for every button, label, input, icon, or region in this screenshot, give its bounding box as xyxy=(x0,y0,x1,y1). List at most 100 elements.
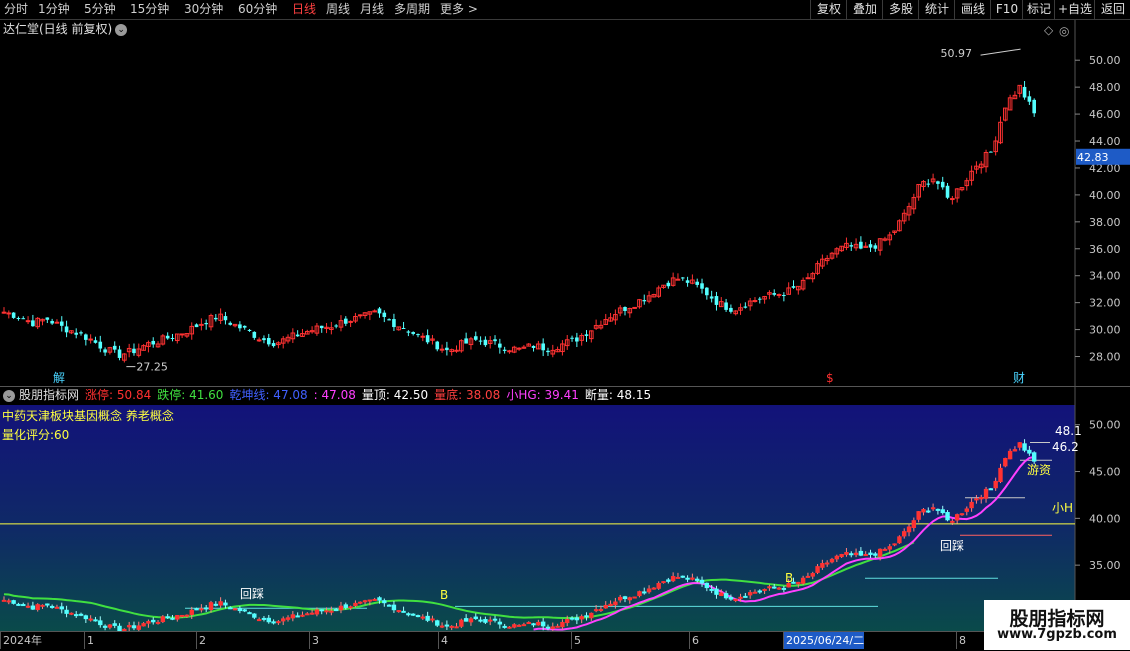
candle-body-down xyxy=(945,185,950,198)
ind-candle-down xyxy=(743,595,748,598)
event-marker: 财 xyxy=(1013,371,1025,385)
candle-body-down xyxy=(74,332,79,335)
candle-body-down xyxy=(170,337,175,339)
ind-candle-up xyxy=(954,514,960,521)
date-axis-label: 1 xyxy=(84,632,94,649)
candle-body-down xyxy=(228,322,233,325)
chevron-down-icon[interactable]: ⌄ xyxy=(115,23,128,36)
candle-body-down xyxy=(445,347,449,351)
ind-candle-down xyxy=(714,588,719,595)
candle-body-down xyxy=(575,337,579,342)
multi-stock-button[interactable]: 多股 xyxy=(882,0,919,19)
indicator-value: : 47.08 xyxy=(313,388,356,402)
ind-candle-up xyxy=(6,600,12,603)
candle-body-down xyxy=(849,245,854,247)
ind-candle-up xyxy=(853,552,859,556)
candle-body-down xyxy=(1027,96,1032,102)
ind-candle-down xyxy=(151,619,156,623)
ind-candle-up xyxy=(983,488,989,499)
period-multi[interactable]: 多周期 xyxy=(394,1,430,18)
main-kline-chart[interactable]: 50.0048.0046.0044.0042.0040.0038.0036.00… xyxy=(0,20,1130,386)
ind-candle-up xyxy=(353,602,358,607)
indicator-value: 量顶: 42.50 xyxy=(361,388,429,402)
ind-candle-up xyxy=(507,626,512,629)
period-30min[interactable]: 30分钟 xyxy=(184,1,223,18)
ind-candle-down xyxy=(483,619,488,623)
ind-candle-up xyxy=(126,625,132,628)
candle-body-down xyxy=(498,343,502,348)
ind-candle-down xyxy=(868,552,873,555)
period-more[interactable]: 更多 > xyxy=(440,1,478,18)
ind-candle-up xyxy=(555,625,560,628)
overlay-button[interactable]: 叠加 xyxy=(846,0,883,19)
y-tick-label: 32.00 xyxy=(1089,297,1121,310)
ind-candle-up xyxy=(950,520,955,523)
ind-candle-up xyxy=(800,577,806,584)
candle-body-up xyxy=(88,338,93,341)
candle-body-up xyxy=(454,349,459,352)
ind-candle-down xyxy=(247,612,252,615)
ind-candle-up xyxy=(603,604,608,609)
ind-candle-up xyxy=(136,625,141,630)
mark-button[interactable]: 标记 xyxy=(1022,0,1055,19)
ind-candle-down xyxy=(170,617,175,620)
period-weekly[interactable]: 周线 xyxy=(326,1,350,18)
draw-button[interactable]: 画线 xyxy=(954,0,991,19)
ind-candle-up xyxy=(396,610,401,613)
ind-candle-down xyxy=(386,604,392,607)
ind-candle-up xyxy=(930,507,936,510)
ind-candle-up xyxy=(54,606,60,609)
candle-body-down xyxy=(623,306,627,311)
period-5min[interactable]: 5分钟 xyxy=(84,1,116,18)
y-tick-label: 38.00 xyxy=(1089,216,1121,229)
fuquan-button[interactable]: 复权 xyxy=(810,0,847,19)
add-watchlist-button[interactable]: +自选 xyxy=(1054,0,1095,19)
ind-candle-down xyxy=(781,587,787,590)
ind-candle-up xyxy=(902,531,907,537)
ind-candle-up xyxy=(189,609,194,615)
ind-candle-up xyxy=(439,625,445,628)
ind-candle-down xyxy=(680,575,685,578)
period-1min[interactable]: 1分钟 xyxy=(38,1,70,18)
candle-body-up xyxy=(752,300,758,303)
period-monthly[interactable]: 月线 xyxy=(360,1,384,18)
ind-candle-up xyxy=(916,511,921,520)
candle-body-down xyxy=(238,324,242,329)
period-fenshi[interactable]: 分时 xyxy=(4,1,28,18)
ind-candle-down xyxy=(98,620,103,626)
ind-candle-down xyxy=(531,623,536,626)
back-button[interactable]: 返回 xyxy=(1094,0,1130,19)
ind-candle-up xyxy=(974,498,979,501)
candle-body-down xyxy=(483,339,488,346)
candle-body-down xyxy=(695,281,700,285)
event-marker: $ xyxy=(826,371,834,385)
candle-body-up xyxy=(632,306,637,309)
ind-candle-up xyxy=(141,623,146,627)
candle-body-up xyxy=(199,323,204,326)
candle-body-up xyxy=(348,320,353,323)
ind-candle-up xyxy=(468,618,474,623)
ind-candle-up xyxy=(516,624,522,627)
candle-body-up xyxy=(439,348,445,351)
candle-body-down xyxy=(936,181,940,184)
candle-body-up xyxy=(516,347,522,350)
period-60min[interactable]: 60分钟 xyxy=(238,1,277,18)
ind-candle-up xyxy=(810,573,815,577)
chart-annotation: 游资 xyxy=(1027,463,1051,477)
period-daily[interactable]: 日线 xyxy=(292,1,316,18)
chart-annotation: 48.1 xyxy=(1055,424,1082,438)
indicator-name[interactable]: 股朋指标网 xyxy=(19,388,79,402)
f10-button[interactable]: F10 xyxy=(990,0,1023,19)
ind-candle-up xyxy=(329,610,334,613)
ind-candle-down xyxy=(584,615,589,618)
ind-candle-up xyxy=(897,536,902,544)
chevron-down-icon[interactable]: ⌄ xyxy=(3,389,15,402)
ind-candle-down xyxy=(478,619,483,622)
period-15min[interactable]: 15分钟 xyxy=(130,1,169,18)
indicator-header: ⌄ 股朋指标网 涨停: 50.84 跌停: 41.60 乾坤线: 47.08: 47.0… xyxy=(0,386,657,404)
date-axis-label: 2024年 xyxy=(0,632,42,649)
ind-candle-up xyxy=(281,618,286,622)
stats-button[interactable]: 统计 xyxy=(918,0,955,19)
y-tick-label: 50.00 xyxy=(1089,54,1121,67)
candle-body-down xyxy=(214,317,218,320)
